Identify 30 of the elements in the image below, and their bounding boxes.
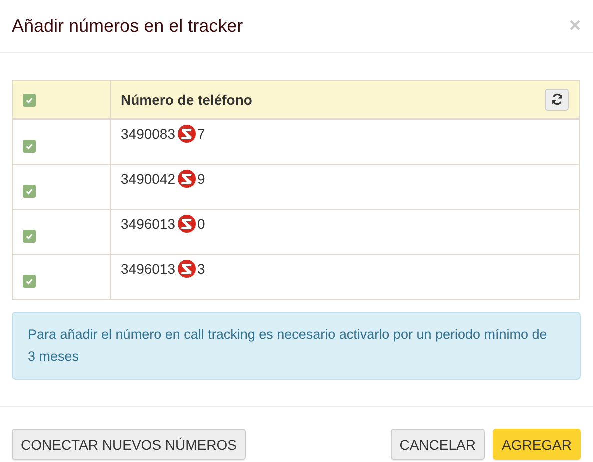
checkbox[interactable]: [23, 94, 36, 108]
check-icon: [25, 276, 34, 286]
checkbox[interactable]: [23, 140, 36, 153]
phone-number: 3496013: [121, 216, 176, 232]
checkbox[interactable]: [23, 184, 36, 198]
refresh-icon: [550, 93, 564, 106]
phone-number: 3496013: [121, 261, 176, 277]
check-icon: [25, 186, 34, 196]
check-icon: [25, 232, 34, 241]
phone-number: 3490083: [121, 126, 176, 142]
phone-number: 3: [198, 261, 206, 277]
action-button[interactable]: CONECTAR NUEVOS NÚMEROS: [12, 429, 246, 460]
logo-icon: [176, 259, 197, 279]
logo-icon: [176, 169, 197, 189]
checkbox[interactable]: [23, 274, 36, 288]
phone-number: 0: [198, 216, 206, 232]
phone-number: 7: [198, 126, 206, 142]
logo-icon: [176, 214, 197, 234]
refresh-button[interactable]: [545, 88, 569, 110]
phone-number: 3490042: [121, 171, 176, 187]
info-alert: Para añadir el número en call tracking es necesario activarlo por un periodo mínimo de 3 meses: [12, 312, 581, 380]
action-button[interactable]: AGREGAR: [492, 429, 581, 460]
checkbox[interactable]: [23, 230, 36, 243]
column-header: Número de teléfono: [121, 92, 252, 108]
check-icon: [25, 142, 34, 151]
phone-number: 9: [198, 171, 206, 187]
action-button[interactable]: CANCELAR: [390, 429, 485, 460]
dialog-title: Añadir números en el tracker: [12, 16, 244, 36]
logo-icon: [176, 124, 197, 144]
check-icon: [25, 96, 34, 106]
